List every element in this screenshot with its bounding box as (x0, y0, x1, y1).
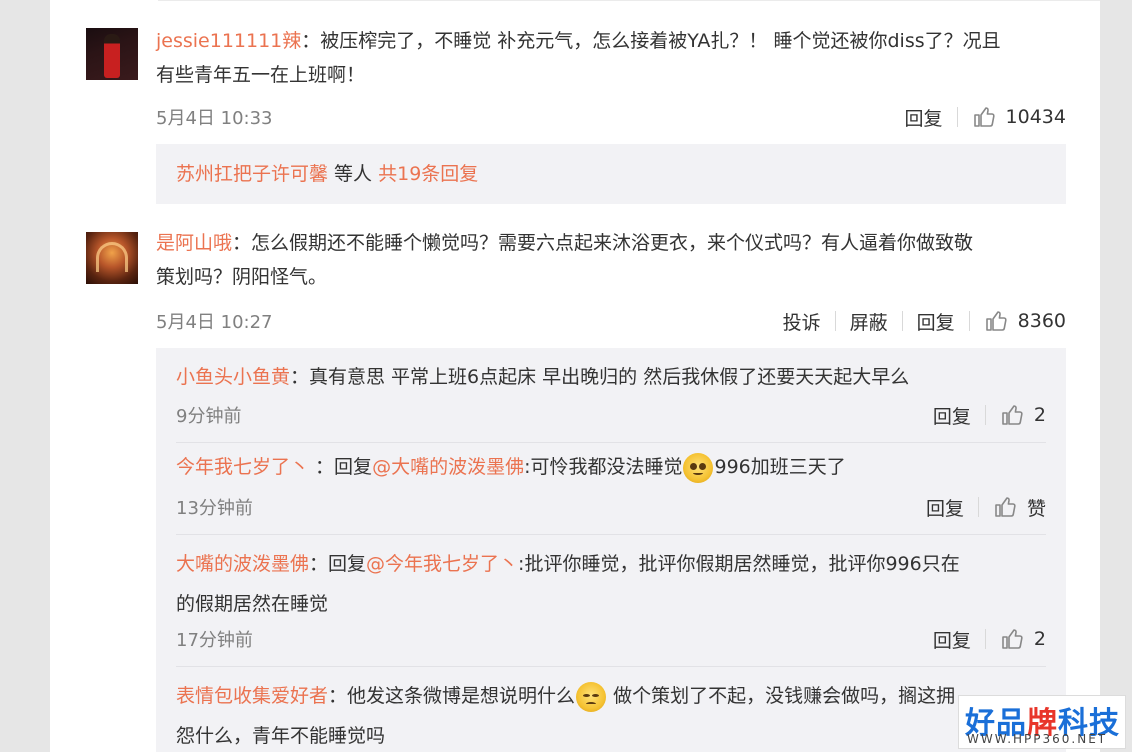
reply-text: 小鱼头小鱼黄：真有意思 平常上班6点起床 早出晚归的 然后我休假了还要天天起大早… (176, 366, 910, 388)
like-count: 10434 (1005, 106, 1066, 128)
comment-time: 5月4日 10:27 (156, 312, 273, 333)
site-watermark: 好品牌科技网 WWW.HPP360.NET (958, 695, 1126, 752)
watermark-url: WWW.HPP360.NET (967, 732, 1108, 746)
comment-meta: 5月4日 10:27 投诉 屏蔽 回复 8360 (156, 308, 1066, 334)
reply-meta: 9分钟前 回复 2 (176, 402, 1046, 428)
report-button[interactable]: 投诉 (769, 308, 835, 335)
thumbs-up-icon (1002, 405, 1023, 425)
comment-text: 是阿山哦：怎么假期还不能睡个懒觉吗？需要六点起来沐浴更衣，来个仪式吗？有人逼着你… (156, 232, 974, 288)
reply-button[interactable]: 回复 (903, 308, 969, 335)
reply-text: 今年我七岁了丶 ：回复@大嘴的波泼墨佛:可怜我都没法睡觉 996加班三天了 (176, 450, 1046, 484)
thumbs-up-icon (985, 311, 1007, 331)
reply-button[interactable]: 回复 (919, 402, 985, 429)
comment-meta: 5月4日 10:33 回复 10434 (156, 104, 1066, 130)
view-all-replies-link[interactable]: 共19条回复 (378, 163, 478, 185)
divider (176, 534, 1046, 535)
comment-panel: jessie111111辣：被压榨完了，不睡觉 补充元气，怎么接着被YA扎？！ … (50, 0, 1100, 752)
reply-author[interactable]: 小鱼头小鱼黄 (176, 366, 290, 388)
like-label: 赞 (1026, 497, 1046, 520)
divider (176, 666, 1046, 667)
sad-emoji-icon (683, 452, 714, 483)
reply-button[interactable]: 回复 (891, 104, 957, 131)
divider (158, 0, 1100, 1)
like-count: 8360 (1017, 310, 1066, 332)
comment-text: jessie111111辣：被压榨完了，不睡觉 补充元气，怎么接着被YA扎？！ … (156, 30, 1001, 86)
comment-author[interactable]: jessie111111辣 (156, 30, 301, 52)
reply-meta: 17分钟前 回复 2 (176, 626, 1046, 652)
reply-summary-bar: 苏州扛把子许可馨 等人 共19条回复 (156, 144, 1066, 204)
like-button[interactable]: 2 (986, 403, 1046, 427)
like-button[interactable]: 8360 (970, 309, 1066, 333)
comment-author[interactable]: 是阿山哦 (156, 232, 232, 254)
reply-item: 今年我七岁了丶 ：回复@大嘴的波泼墨佛:可怜我都没法睡觉 996加班三天了 (176, 450, 1046, 484)
mention-link[interactable]: @今年我七岁了丶 (366, 553, 518, 575)
reply-item: 表情包收集爱好者：他发这条微博是想说明什么 做个策划了不起，没钱赚会做吗，搁这拥… (176, 676, 1046, 752)
comment-time: 5月4日 10:33 (156, 108, 273, 129)
like-button[interactable]: 10434 (958, 105, 1066, 129)
reply-item: 小鱼头小鱼黄：真有意思 平常上班6点起床 早出晚归的 然后我休假了还要天天起大早… (176, 360, 1046, 394)
reply-author[interactable]: 今年我七岁了丶 (176, 456, 309, 478)
replies-container: 小鱼头小鱼黄：真有意思 平常上班6点起床 早出晚归的 然后我休假了还要天天起大早… (156, 348, 1066, 752)
avatar[interactable] (86, 28, 138, 80)
reply-item: 大嘴的波泼墨佛：回复@今年我七岁了丶:批评你睡觉，批评你假期居然睡觉，批评你99… (176, 544, 1046, 624)
reply-summary-name[interactable]: 苏州扛把子许可馨 (176, 163, 328, 185)
avatar[interactable] (86, 232, 138, 284)
like-button[interactable]: 2 (986, 627, 1046, 651)
reply-text: 表情包收集爱好者：他发这条微博是想说明什么 做个策划了不起，没钱赚会做吗，搁这拥… (176, 676, 1046, 752)
like-count: 2 (1033, 404, 1046, 426)
reply-button[interactable]: 回复 (919, 626, 985, 653)
reply-text: 大嘴的波泼墨佛：回复@今年我七岁了丶:批评你睡觉，批评你假期居然睡觉，批评你99… (176, 553, 960, 615)
mention-link[interactable]: @大嘴的波泼墨佛 (372, 456, 524, 478)
reply-meta: 13分钟前 回复 赞 (176, 494, 1046, 520)
reply-time: 17分钟前 (176, 630, 253, 651)
reply-author[interactable]: 大嘴的波泼墨佛 (176, 553, 309, 575)
block-button[interactable]: 屏蔽 (836, 308, 902, 335)
reply-time: 9分钟前 (176, 406, 242, 427)
like-count: 2 (1033, 628, 1046, 650)
comment-item: 是阿山哦：怎么假期还不能睡个懒觉吗？需要六点起来沐浴更衣，来个仪式吗？有人逼着你… (86, 232, 1066, 334)
reply-button[interactable]: 回复 (912, 494, 978, 521)
thumbs-up-icon (1002, 629, 1023, 649)
reply-author[interactable]: 表情包收集爱好者 (176, 685, 328, 707)
divider (176, 442, 1046, 443)
thumbs-up-icon (973, 107, 995, 127)
like-button[interactable]: 赞 (979, 494, 1046, 521)
thumbs-up-icon (995, 497, 1016, 517)
reply-time: 13分钟前 (176, 498, 253, 519)
smirk-emoji-icon (576, 681, 607, 712)
